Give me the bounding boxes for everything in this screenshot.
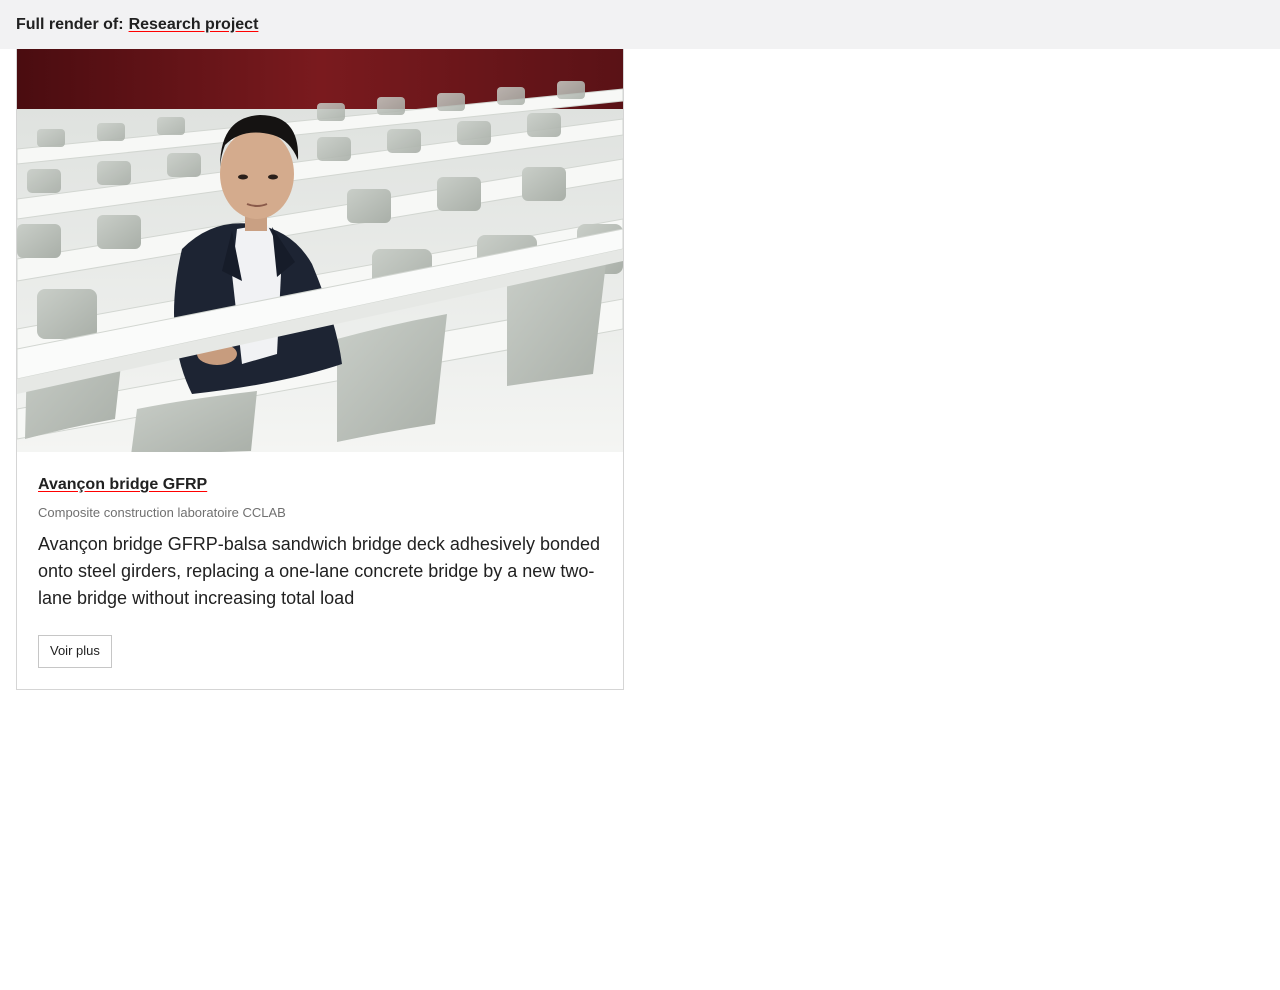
card-description: Avançon bridge GFRP-balsa sandwich bridg…: [38, 534, 601, 608]
card-title-link[interactable]: Avançon bridge GFRP: [38, 476, 207, 493]
portrait-photo-illustration: [17, 49, 623, 452]
header-prefix: Full render of:: [16, 15, 124, 33]
card-title: Avançon bridge GFRP: [38, 474, 602, 496]
voir-plus-button[interactable]: Voir plus: [38, 635, 112, 668]
page-header: Full render of: Research project: [0, 0, 1280, 49]
project-card: Avançon bridge GFRP Composite constructi…: [16, 49, 624, 690]
card-subtitle: Composite construction laboratoire CCLAB: [38, 505, 286, 520]
research-project-link[interactable]: Research project: [129, 16, 259, 34]
project-photo: [17, 49, 623, 452]
